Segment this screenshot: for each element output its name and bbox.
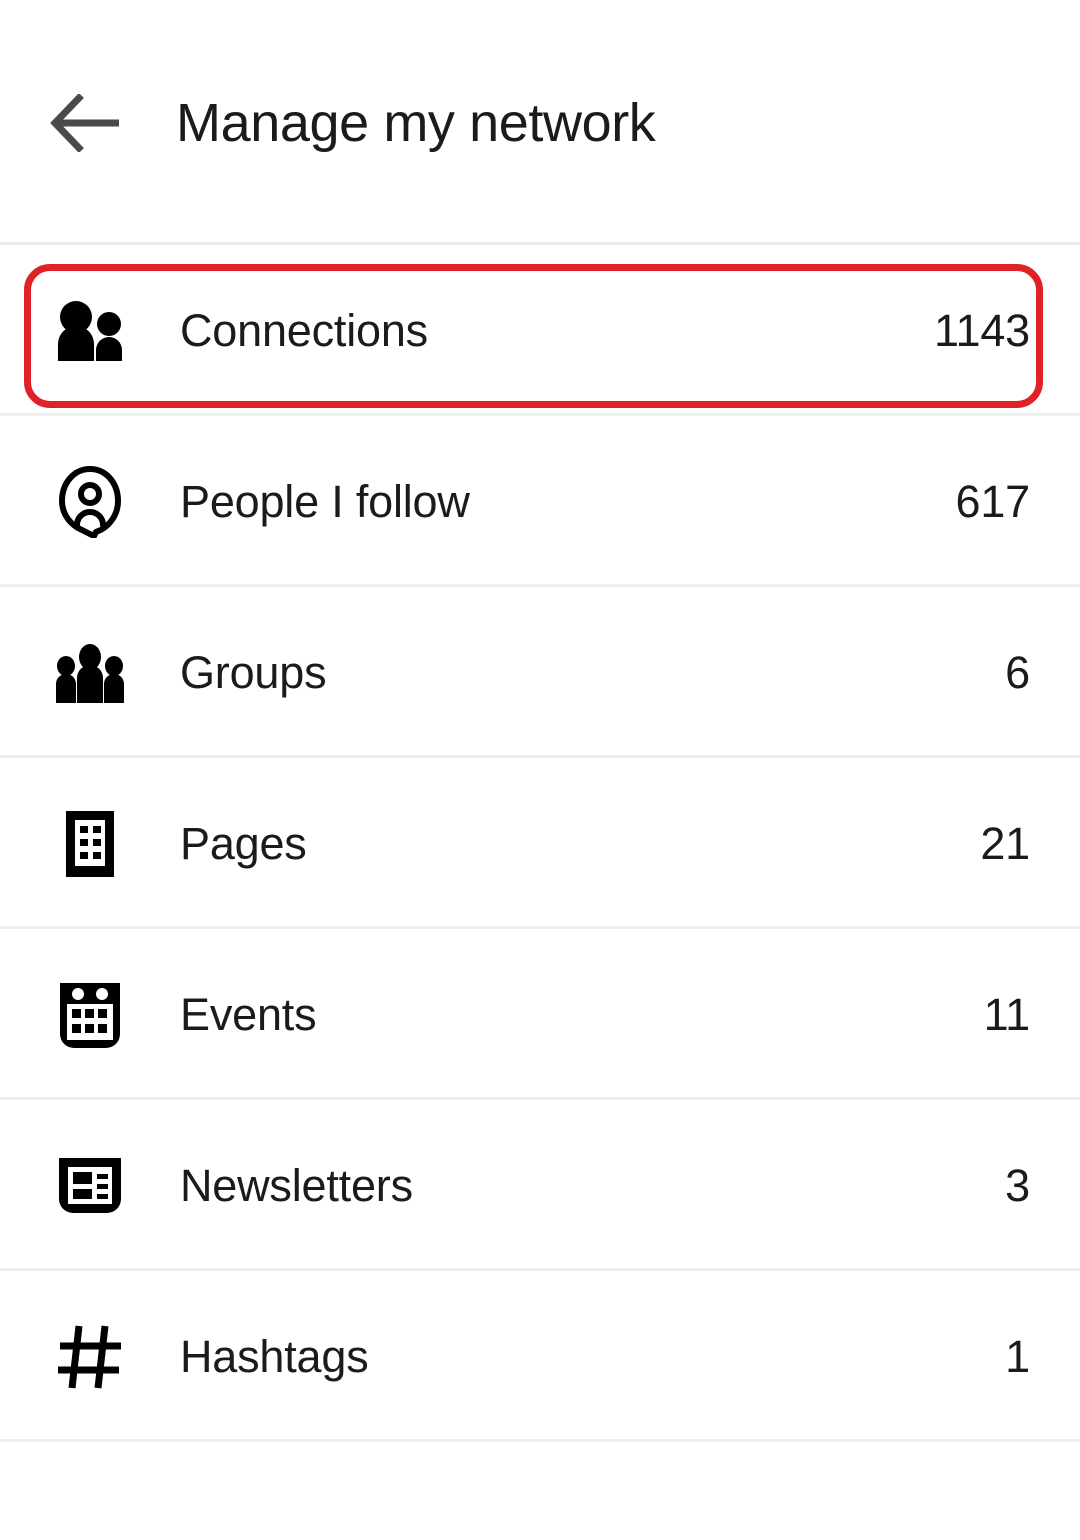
arrow-left-icon xyxy=(49,93,123,152)
list-item-label: Groups xyxy=(180,647,327,698)
list-item-label: People I follow xyxy=(180,476,470,527)
page-title: Manage my network xyxy=(176,92,656,153)
list-item-label: Pages xyxy=(180,818,307,869)
row-divider xyxy=(0,1439,1080,1442)
list-item-pages[interactable]: Pages 21 xyxy=(0,758,1080,929)
list-item-events[interactable]: Events 11 xyxy=(0,929,1080,1100)
list-item-hashtags[interactable]: Hashtags 1 xyxy=(0,1271,1080,1442)
list-item-newsletters[interactable]: Newsletters 3 xyxy=(0,1100,1080,1271)
list-item-connections[interactable]: Connections 1143 xyxy=(0,245,1080,416)
list-item-count: 1143 xyxy=(934,305,1030,356)
calendar-icon xyxy=(54,979,126,1051)
hashtag-icon xyxy=(54,1321,126,1393)
list-item-groups[interactable]: Groups 6 xyxy=(0,587,1080,758)
list-item-label: Events xyxy=(180,989,317,1040)
list-item-count: 6 xyxy=(1005,647,1030,698)
people-group-icon xyxy=(54,637,126,709)
list-item-label: Hashtags xyxy=(180,1331,369,1382)
newsletter-icon xyxy=(54,1150,126,1222)
list-item-count: 3 xyxy=(1005,1160,1030,1211)
follow-bubble-icon xyxy=(54,465,126,538)
back-button[interactable] xyxy=(38,75,134,171)
people-pair-icon xyxy=(54,295,126,367)
list-item-label: Connections xyxy=(180,305,428,356)
list-item-count: 617 xyxy=(955,476,1031,527)
list-item-count: 1 xyxy=(1005,1331,1030,1382)
list-item-count: 21 xyxy=(980,818,1030,869)
network-list: Connections 1143 People I follow 617 Gro… xyxy=(0,245,1080,1442)
list-item-label: Newsletters xyxy=(180,1160,413,1211)
list-item-people-i-follow[interactable]: People I follow 617 xyxy=(0,416,1080,587)
building-icon xyxy=(54,808,126,880)
list-item-count: 11 xyxy=(983,989,1031,1040)
page-header: Manage my network xyxy=(0,0,1080,245)
